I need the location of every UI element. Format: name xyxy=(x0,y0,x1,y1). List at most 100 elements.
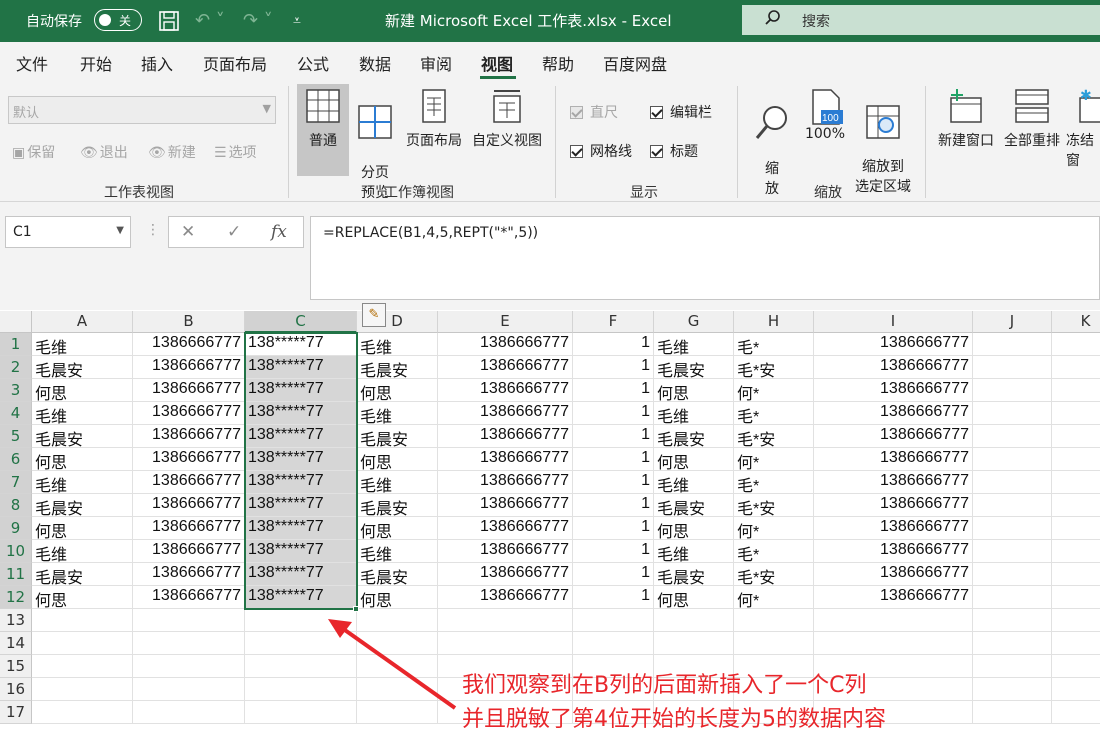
cell-k6[interactable] xyxy=(1052,448,1100,471)
cell-d6[interactable]: 何思 xyxy=(357,448,438,471)
cell-b10[interactable]: 1386666777 xyxy=(133,540,245,563)
row-header[interactable]: 13 xyxy=(0,609,32,632)
row-header[interactable]: 3 xyxy=(0,379,32,402)
cell-i5[interactable]: 1386666777 xyxy=(814,425,973,448)
cell-a8[interactable]: 毛晨安 xyxy=(32,494,133,517)
cell-a17[interactable] xyxy=(32,701,133,724)
cell-b9[interactable]: 1386666777 xyxy=(133,517,245,540)
cell-j17[interactable] xyxy=(973,701,1052,724)
cell-f6[interactable]: 1 xyxy=(573,448,654,471)
formula-input[interactable]: =REPLACE(B1,4,5,REPT("*",5)) xyxy=(310,216,1100,300)
cell-c11[interactable]: 138*****77 xyxy=(245,563,357,586)
cell-a13[interactable] xyxy=(32,609,133,632)
customize-quick-access-icon[interactable]: ⩡ xyxy=(293,13,301,29)
cell-c16[interactable] xyxy=(245,678,357,701)
cell-h8[interactable]: 毛*安 xyxy=(734,494,814,517)
zoom-to-selection-button[interactable]: 缩放到 选定区域 xyxy=(850,84,916,195)
cell-j4[interactable] xyxy=(973,402,1052,425)
cell-k12[interactable] xyxy=(1052,586,1100,609)
cell-f4[interactable]: 1 xyxy=(573,402,654,425)
cell-e10[interactable]: 1386666777 xyxy=(438,540,573,563)
cell-e8[interactable]: 1386666777 xyxy=(438,494,573,517)
cell-h12[interactable]: 何* xyxy=(734,586,814,609)
row-header[interactable]: 7 xyxy=(0,471,32,494)
cell-e9[interactable]: 1386666777 xyxy=(438,517,573,540)
cell-f5[interactable]: 1 xyxy=(573,425,654,448)
cell-f2[interactable]: 1 xyxy=(573,356,654,379)
cell-g13[interactable] xyxy=(654,609,734,632)
cell-h10[interactable]: 毛* xyxy=(734,540,814,563)
cell-j3[interactable] xyxy=(973,379,1052,402)
cell-f10[interactable]: 1 xyxy=(573,540,654,563)
cell-h11[interactable]: 毛*安 xyxy=(734,563,814,586)
cell-g2[interactable]: 毛晨安 xyxy=(654,356,734,379)
page-layout-view-button[interactable]: 页面布局 xyxy=(402,84,466,176)
row-header[interactable]: 2 xyxy=(0,356,32,379)
cell-g14[interactable] xyxy=(654,632,734,655)
column-header-j[interactable]: J xyxy=(973,311,1052,333)
new-window-button[interactable]: 新建窗口 xyxy=(934,84,998,176)
cell-c15[interactable] xyxy=(245,655,357,678)
cell-c3[interactable]: 138*****77 xyxy=(245,379,357,402)
cancel-icon[interactable]: ✕ xyxy=(181,222,195,242)
save-icon[interactable] xyxy=(158,10,180,37)
tab-help[interactable]: 帮助 xyxy=(542,51,574,75)
quick-analysis-icon[interactable]: ✎ xyxy=(362,303,386,327)
cell-e5[interactable]: 1386666777 xyxy=(438,425,573,448)
cell-k8[interactable] xyxy=(1052,494,1100,517)
cell-e14[interactable] xyxy=(438,632,573,655)
cell-d2[interactable]: 毛晨安 xyxy=(357,356,438,379)
cell-k1[interactable] xyxy=(1052,333,1100,356)
cell-g12[interactable]: 何思 xyxy=(654,586,734,609)
cell-k5[interactable] xyxy=(1052,425,1100,448)
cell-i6[interactable]: 1386666777 xyxy=(814,448,973,471)
cell-a12[interactable]: 何思 xyxy=(32,586,133,609)
custom-views-button[interactable]: 自定义视图 xyxy=(468,84,546,176)
cell-j14[interactable] xyxy=(973,632,1052,655)
tab-insert[interactable]: 插入 xyxy=(141,51,173,75)
cell-k11[interactable] xyxy=(1052,563,1100,586)
column-header-a[interactable]: A xyxy=(32,311,133,333)
drag-handle-icon[interactable]: ⋮ xyxy=(146,222,160,238)
cell-g8[interactable]: 毛晨安 xyxy=(654,494,734,517)
cell-c7[interactable]: 138*****77 xyxy=(245,471,357,494)
page-break-preview-button[interactable]: 分页 预览 xyxy=(354,84,396,201)
cell-h4[interactable]: 毛* xyxy=(734,402,814,425)
cell-a5[interactable]: 毛晨安 xyxy=(32,425,133,448)
row-header[interactable]: 11 xyxy=(0,563,32,586)
cell-e3[interactable]: 1386666777 xyxy=(438,379,573,402)
cell-a9[interactable]: 何思 xyxy=(32,517,133,540)
gridlines-checkbox[interactable]: 网格线 xyxy=(570,141,632,161)
cell-f8[interactable]: 1 xyxy=(573,494,654,517)
cell-h3[interactable]: 何* xyxy=(734,379,814,402)
cell-e13[interactable] xyxy=(438,609,573,632)
cell-k13[interactable] xyxy=(1052,609,1100,632)
cell-i4[interactable]: 1386666777 xyxy=(814,402,973,425)
cell-i10[interactable]: 1386666777 xyxy=(814,540,973,563)
cell-d1[interactable]: 毛维 xyxy=(357,333,438,356)
cell-b2[interactable]: 1386666777 xyxy=(133,356,245,379)
cell-k9[interactable] xyxy=(1052,517,1100,540)
cell-h14[interactable] xyxy=(734,632,814,655)
row-header[interactable]: 1 xyxy=(0,333,32,356)
cell-h7[interactable]: 毛* xyxy=(734,471,814,494)
cell-c4[interactable]: 138*****77 xyxy=(245,402,357,425)
cell-a4[interactable]: 毛维 xyxy=(32,402,133,425)
cell-f13[interactable] xyxy=(573,609,654,632)
redo-icon[interactable]: ↷ ˅ xyxy=(243,10,273,31)
cell-b15[interactable] xyxy=(133,655,245,678)
zoom-button[interactable]: 缩 放 xyxy=(750,84,794,197)
confirm-icon[interactable]: ✓ xyxy=(227,222,241,242)
cell-i2[interactable]: 1386666777 xyxy=(814,356,973,379)
cell-a15[interactable] xyxy=(32,655,133,678)
cell-h1[interactable]: 毛* xyxy=(734,333,814,356)
cell-g10[interactable]: 毛维 xyxy=(654,540,734,563)
cell-b7[interactable]: 1386666777 xyxy=(133,471,245,494)
column-header-e[interactable]: E xyxy=(438,311,573,333)
row-header[interactable]: 14 xyxy=(0,632,32,655)
cell-d3[interactable]: 何思 xyxy=(357,379,438,402)
cell-c8[interactable]: 138*****77 xyxy=(245,494,357,517)
cell-b6[interactable]: 1386666777 xyxy=(133,448,245,471)
cell-b11[interactable]: 1386666777 xyxy=(133,563,245,586)
cell-k14[interactable] xyxy=(1052,632,1100,655)
